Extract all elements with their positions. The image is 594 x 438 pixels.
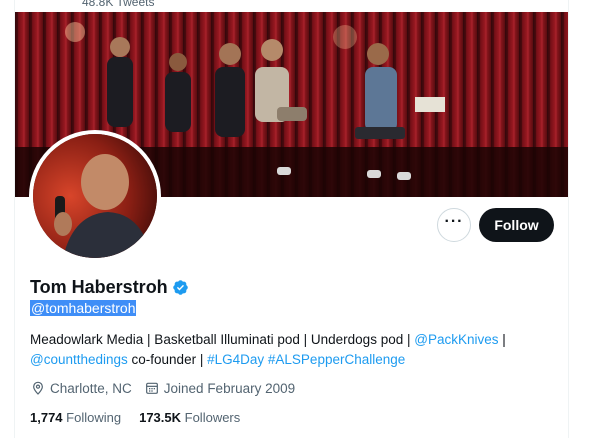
bio-text: |	[498, 332, 506, 347]
followers-label: Followers	[184, 410, 241, 425]
profile-meta: Charlotte, NC Joined February 2009	[30, 380, 307, 396]
profile-handle: @tomhaberstroh	[30, 300, 137, 316]
followers-link[interactable]: 173.5K Followers	[139, 410, 240, 425]
bio-text: co-founder |	[127, 352, 208, 367]
profile-location: Charlotte, NC	[30, 380, 132, 396]
following-link[interactable]: 1,774 Following	[30, 410, 121, 425]
more-button[interactable]: ···	[437, 208, 471, 242]
more-icon: ···	[444, 213, 464, 230]
joined-text: Joined February 2009	[163, 380, 296, 396]
top-header: 48.8K Tweets	[0, 0, 594, 12]
profile-joined: Joined February 2009	[144, 380, 295, 396]
bio-hashtag-alspepperchallenge[interactable]: #ALSPepperChallenge	[268, 352, 405, 367]
following-count: 1,774	[30, 410, 63, 425]
tweets-count: 48.8K Tweets	[82, 0, 155, 9]
verified-badge-icon[interactable]	[172, 279, 189, 296]
profile-stats: 1,774 Following 173.5K Followers	[30, 410, 258, 425]
location-pin-icon	[33, 381, 43, 395]
profile-display-name: Tom Haberstroh	[30, 277, 168, 297]
bio-hashtag-lg4day[interactable]: #LG4Day	[207, 352, 264, 367]
profile-name-row: Tom Haberstroh	[30, 277, 189, 298]
column-border-right	[568, 0, 569, 438]
bio-text: Meadowlark Media | Basketball Illuminati…	[30, 332, 415, 347]
bio-mention-countthedings[interactable]: @countthedings	[30, 352, 128, 367]
follow-button[interactable]: Follow	[479, 208, 554, 242]
bio-mention-packknives[interactable]: @PackKnives	[414, 332, 498, 347]
profile-bio: Meadowlark Media | Basketball Illuminati…	[30, 330, 550, 370]
calendar-icon	[145, 382, 158, 394]
profile-avatar[interactable]	[29, 130, 161, 262]
followers-count: 173.5K	[139, 410, 182, 425]
following-label: Following	[66, 410, 122, 425]
avatar-image	[33, 134, 157, 258]
location-text: Charlotte, NC	[50, 380, 132, 396]
